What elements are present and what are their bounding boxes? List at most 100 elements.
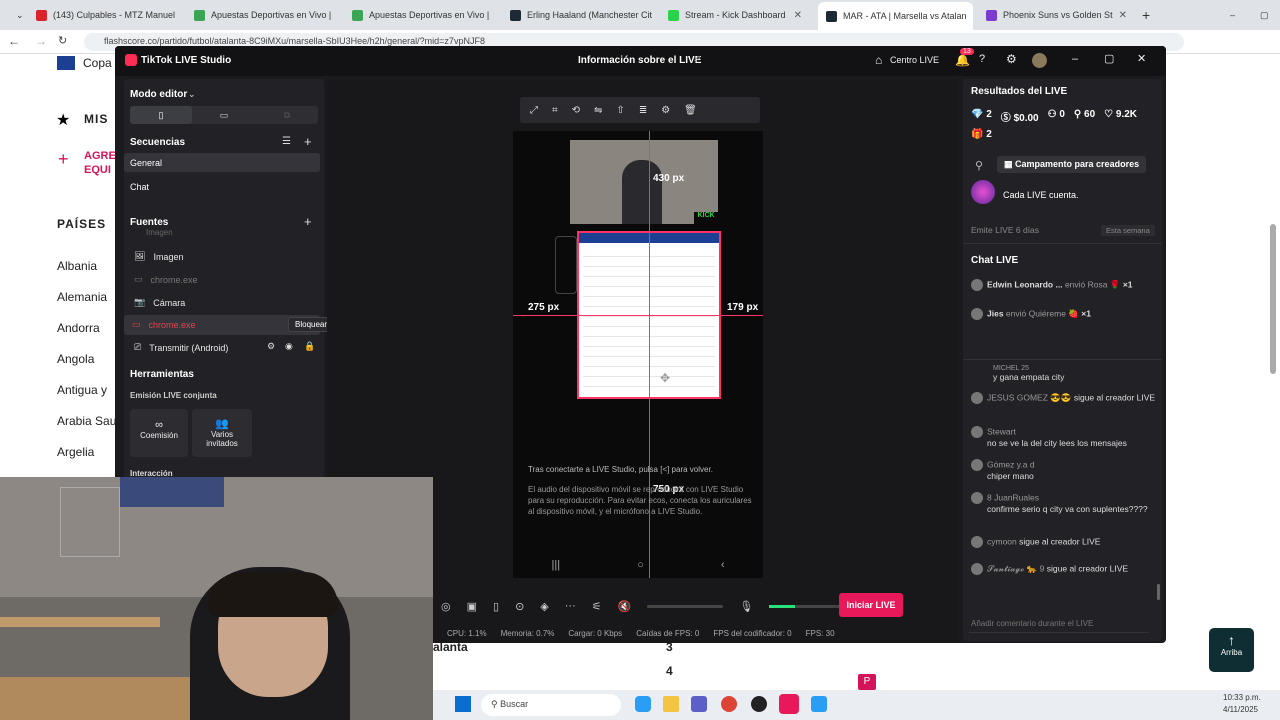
resize-icon[interactable]: ⤢ [530, 105, 538, 116]
lock-icon[interactable]: 🔒 [304, 341, 315, 352]
add-user-icon[interactable]: ⚲ [975, 159, 983, 172]
close-icon[interactable]: ✕ [1119, 10, 1127, 21]
live-info-title[interactable]: Información sobre el LIVE [578, 55, 701, 66]
close-icon[interactable]: ✕ [794, 10, 802, 21]
nav-mis[interactable]: MIS [84, 112, 108, 126]
multi-guest-button[interactable]: 👥 Varios invitados [192, 409, 252, 457]
effects-icon[interactable]: ◈ [540, 600, 548, 613]
messenger-icon[interactable] [811, 696, 827, 712]
volume-slider[interactable] [647, 604, 724, 608]
share-icon[interactable]: ⇗ [693, 54, 701, 65]
forward-icon[interactable]: → [35, 34, 47, 48]
tab-3[interactable]: Erling Haaland (Manchester Cit✕ [502, 4, 652, 26]
mic-slider[interactable] [769, 604, 846, 608]
camera-settings-icon[interactable]: ◎ [441, 600, 451, 613]
layer-up-icon[interactable]: ⇧ [616, 105, 624, 116]
flip-icon[interactable]: ⇋ [594, 105, 602, 116]
reload-icon[interactable]: ↻ [58, 34, 67, 47]
back-icon[interactable]: ‹ [721, 559, 725, 571]
recent-apps-icon[interactable]: ||| [552, 559, 561, 571]
country-item[interactable]: Argelia [57, 445, 94, 459]
split-icon[interactable]: ⧉ [256, 106, 318, 124]
mode-editor-dropdown[interactable]: Modo editor [130, 89, 187, 100]
avatar[interactable] [1032, 53, 1047, 68]
portrait-icon[interactable]: ▯ [130, 106, 192, 124]
crop-icon[interactable]: ⌗ [552, 105, 558, 116]
creator-camp-button[interactable]: ▦ Campamento para creadores [997, 156, 1147, 173]
nav-equi[interactable]: EQUI [84, 164, 111, 176]
tiktok-icon[interactable] [779, 694, 799, 714]
add-source-button[interactable]: + [304, 214, 312, 229]
source-item-image[interactable]: 🖼 Imagen [134, 251, 183, 262]
period-dropdown[interactable]: Esta semana [1101, 225, 1155, 236]
trash-icon[interactable]: 🗑 [684, 105, 697, 116]
folder-icon[interactable] [663, 696, 679, 712]
new-tab-button[interactable]: + [1134, 4, 1154, 26]
chrome-icon[interactable] [721, 696, 737, 712]
tab-4[interactable]: Stream - Kick Dashboard ✕ [660, 4, 810, 26]
country-item[interactable]: Antigua y [57, 383, 107, 397]
tab-2[interactable]: Apuestas Deportivas en Vivo |✕ [344, 4, 494, 26]
help-icon[interactable]: ? [979, 53, 985, 65]
home-icon[interactable]: ⌂ [875, 53, 882, 67]
microphone-icon[interactable]: 🎙 [739, 600, 753, 613]
settings-icon[interactable]: ⚙ [267, 341, 275, 352]
copilot-icon[interactable] [635, 696, 651, 712]
gifts-stat: 🎁 2 [971, 129, 992, 140]
country-item[interactable]: Andorra [57, 321, 100, 335]
back-icon[interactable]: ← [8, 34, 20, 48]
record-icon[interactable]: ⊙ [515, 600, 524, 613]
search-box[interactable]: ⚲ Buscar [481, 694, 621, 716]
maximize-icon[interactable]: ▢ [1252, 4, 1268, 26]
start-live-button[interactable]: Iniciar LIVE [839, 593, 903, 617]
gear-icon[interactable]: ⚙ [661, 105, 670, 116]
rotate-icon[interactable]: ⟲ [572, 105, 580, 116]
chat-scrollbar[interactable] [1157, 584, 1160, 600]
page-scrollbar[interactable] [1270, 224, 1276, 374]
source-item[interactable]: Imagen [146, 228, 173, 237]
maximize-icon[interactable]: ▢ [1104, 52, 1114, 65]
nav-agre[interactable]: AGRE [84, 150, 116, 162]
sequence-item-chat[interactable]: Chat [130, 182, 149, 192]
windows-icon[interactable] [455, 696, 471, 712]
tab-search-icon[interactable]: ⌄ [8, 4, 24, 26]
source-item-chrome[interactable]: ▭ chrome.exe [134, 274, 198, 285]
tab-6[interactable]: Phoenix Suns vs Golden St ✕ [978, 4, 1128, 26]
mixer-icon[interactable]: ⚟ [592, 600, 602, 613]
tab-5[interactable]: MAR - ATA | Marsella vs Atalan✕ [818, 2, 973, 30]
country-item[interactable]: Albania [57, 259, 97, 273]
more-icon[interactable]: ··· [565, 600, 576, 612]
list-icon[interactable]: ☰ [282, 136, 291, 147]
obs-icon[interactable] [751, 696, 767, 712]
cohost-button[interactable]: ∞ Coemisión [130, 409, 188, 457]
layers-icon[interactable]: ≣ [639, 105, 647, 116]
screen-icon[interactable]: ▣ [467, 600, 477, 613]
source-item-camera[interactable]: 📷 Cámara [134, 297, 185, 308]
bell-icon[interactable]: 🔔 [955, 53, 970, 67]
teams-icon[interactable] [691, 696, 707, 712]
chat-input[interactable] [969, 615, 1149, 633]
country-item[interactable]: Alemania [57, 290, 107, 304]
source-item-android[interactable]: ⎚ Transmitir (Android) [134, 342, 228, 353]
nav-copa[interactable]: Copa [83, 56, 112, 70]
add-sequence-button[interactable]: + [304, 134, 312, 149]
close-icon[interactable]: ✕ [1137, 52, 1146, 65]
country-item[interactable]: Arabia Sau [57, 414, 116, 428]
speaker-muted-icon[interactable]: 🔇 [618, 600, 632, 613]
tab-0[interactable]: (143) Culpables - MTZ Manuel✕ [28, 4, 178, 26]
centro-live-button[interactable]: Centro LIVE [890, 55, 939, 65]
minimize-icon[interactable]: – [1222, 4, 1238, 26]
sequence-item-general[interactable]: General [124, 153, 320, 172]
home-icon[interactable]: ○ [637, 559, 644, 571]
move-icon[interactable]: ✥ [660, 371, 670, 385]
back-to-top-button[interactable]: ↑ Arriba [1209, 628, 1254, 672]
camera-source[interactable]: KICK [570, 140, 718, 224]
settings-icon[interactable]: ⚙ [1006, 52, 1017, 66]
country-item[interactable]: Angola [57, 352, 94, 366]
landscape-icon[interactable]: ▭ [193, 106, 255, 124]
phone-icon[interactable]: ▯ [493, 600, 499, 613]
minimize-icon[interactable]: – [1072, 53, 1078, 65]
tab-1[interactable]: Apuestas Deportivas en Vivo |✕ [186, 4, 336, 26]
kick-icon [668, 9, 679, 21]
eye-icon[interactable]: ◉ [285, 341, 293, 352]
